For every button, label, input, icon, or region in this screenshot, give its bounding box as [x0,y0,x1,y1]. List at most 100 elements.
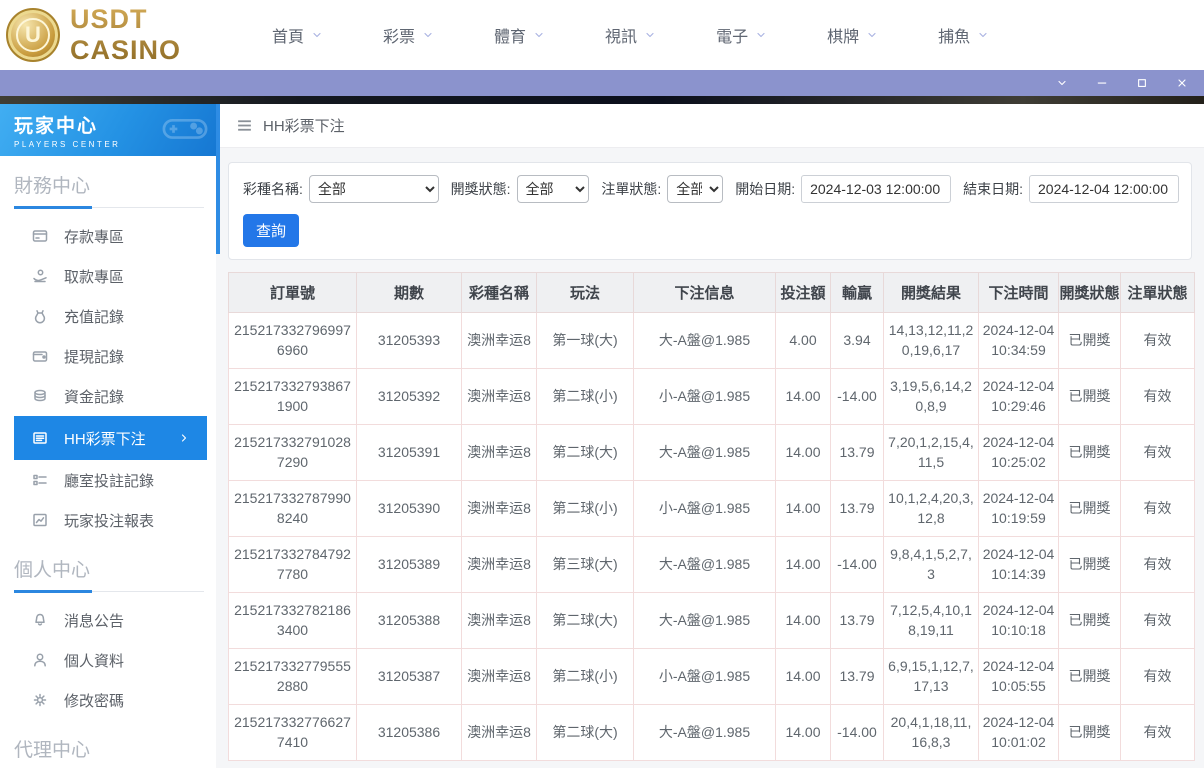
cell-period: 31205391 [356,424,462,481]
end-date-input[interactable] [1029,175,1179,203]
sidebar-item-hall-record[interactable]: 廳室投註記錄 [0,460,216,500]
nav-item-3[interactable]: 視訊 [605,23,656,47]
sidebar-item-label: 取款專區 [64,268,125,286]
cell-draw-status: 已開獎 [1058,312,1121,369]
cell-order-status: 有效 [1120,368,1195,425]
cell-win-loss: 13.79 [830,592,884,649]
top-header: U USDT CASINO 首頁 彩票 體育 視訊 電子 棋牌 捕魚 [0,0,1204,70]
cell-bet-info: 大-A盤@1.985 [633,536,776,593]
column-header-bet-info: 下注信息 [633,272,776,313]
cell-bet-time: 2024-12-04 10:29:46 [978,368,1059,425]
maximize-icon [1136,77,1148,89]
cell-draw-status: 已開獎 [1058,592,1121,649]
cell-order-no: 2152173327969976960 [228,312,357,369]
sidebar-item-label: HH彩票下注 [64,430,146,448]
draw-status-select[interactable]: 全部 [516,175,590,203]
nav-item-label: 視訊 [605,29,638,46]
table-row: 2152173327795552880 31205387 澳洲幸运8 第二球(小) 小-… [228,648,1195,705]
nav-item-4[interactable]: 電子 [716,23,767,47]
cell-order-no: 2152173327821863400 [228,592,357,649]
column-header-win-loss: 輸贏 [830,272,884,313]
order-status-select[interactable]: 全部 [667,175,724,203]
logo-emblem-icon: U [6,8,60,62]
cell-bet-info: 小-A盤@1.985 [633,648,776,705]
section-divider [14,590,204,593]
order-status-label: 注單狀態: [601,181,662,197]
page-title: HH彩票下注 [263,118,345,135]
wallet-icon [32,348,49,364]
bets-table: 訂單號 期數 彩種名稱 玩法 下注信息 投注額 輸贏 開獎結果 下注時間 開獎狀態 注單狀態 215… [228,272,1195,761]
sidebar-item-bell[interactable]: 消息公告 [0,600,216,640]
brand-logo[interactable]: U USDT CASINO [0,4,232,66]
minimize-icon [1096,77,1108,89]
cell-period: 31205388 [356,592,462,649]
cell-bet-amount: 14.00 [775,704,831,761]
cell-draw-status: 已開獎 [1058,480,1121,537]
nav-item-0[interactable]: 首頁 [272,23,323,47]
cell-lottery-name: 澳洲幸运8 [461,704,537,761]
gamepad-icon [162,108,208,153]
sidebar-item-funds-coins[interactable]: 資金記錄 [0,376,216,416]
chevron-down-icon [755,29,767,41]
sidebar-item-label: 提現記錄 [64,348,125,366]
section-divider [14,206,204,209]
nav-item-1[interactable]: 彩票 [383,23,434,47]
sidebar-item-deposit-card[interactable]: 存款專區 [0,216,216,256]
cell-order-status: 有效 [1120,648,1195,705]
cell-bet-info: 小-A盤@1.985 [633,368,776,425]
cell-bet-time: 2024-12-04 10:14:39 [978,536,1059,593]
cell-bet-amount: 14.00 [775,424,831,481]
nav-item-label: 棋牌 [827,29,860,46]
table-row: 2152173327879908240 31205390 澳洲幸运8 第二球(小) 小-… [228,480,1195,537]
logo-letter: U [16,18,50,52]
sidebar-item-lottery-list[interactable]: HH彩票下注 [14,416,207,460]
chevron-down-icon [1056,77,1068,89]
column-header-draw-status: 開獎狀態 [1058,272,1121,313]
cell-order-no: 2152173327879908240 [228,480,357,537]
minimize-window-button[interactable] [1096,77,1108,89]
chevron-down-icon [644,29,656,41]
collapse-window-button[interactable] [1056,77,1068,89]
sidebar-item-withdraw-hand[interactable]: 取款專區 [0,256,216,296]
column-header-order-no: 訂單號 [228,272,357,313]
nav-item-label: 彩票 [383,29,416,46]
scrollbar-thumb[interactable] [216,104,220,254]
bell-icon [32,612,49,628]
chevron-right-icon [178,432,195,444]
person-icon [32,652,49,668]
column-header-order-status: 注單狀態 [1120,272,1195,313]
hamburger-icon[interactable] [236,117,253,134]
cell-draw-result: 7,12,5,4,10,18,19,11 [883,592,979,649]
cell-bet-amount: 14.00 [775,648,831,705]
cell-order-status: 有效 [1120,704,1195,761]
nav-item-6[interactable]: 捕魚 [938,23,989,47]
sidebar-item-report-chart[interactable]: 玩家投注報表 [0,500,216,540]
nav-item-5[interactable]: 棋牌 [827,23,878,47]
lottery-name-select[interactable]: 全部 [308,175,439,203]
cell-bet-amount: 14.00 [775,480,831,537]
cell-play-type: 第三球(大) [536,536,634,593]
nav-item-label: 體育 [494,29,527,46]
start-date-input[interactable] [801,175,952,203]
cell-win-loss: -14.00 [830,704,884,761]
filter-panel: 彩種名稱: 全部 開獎狀態: 全部 注單狀態: 全部 開始日期: 結束日期: 查… [228,162,1192,260]
cell-lottery-name: 澳洲幸运8 [461,648,537,705]
sidebar-item-gear[interactable]: 修改密碼 [0,680,216,720]
cell-period: 31205390 [356,480,462,537]
column-header-period: 期數 [356,272,462,313]
cell-bet-amount: 14.00 [775,368,831,425]
sidebar-header: 玩家中心 PLAYERS CENTER [0,104,216,156]
nav-item-2[interactable]: 體育 [494,23,545,47]
cell-lottery-name: 澳洲幸运8 [461,592,537,649]
sidebar-item-wallet[interactable]: 提現記錄 [0,336,216,376]
cell-draw-result: 3,19,5,6,14,20,8,9 [883,368,979,425]
sidebar-item-person[interactable]: 個人資料 [0,640,216,680]
cell-play-type: 第二球(大) [536,592,634,649]
query-button[interactable]: 查詢 [243,214,300,247]
maximize-window-button[interactable] [1136,77,1148,89]
sidebar-item-recharge-bag[interactable]: 充值記錄 [0,296,216,336]
cell-play-type: 第二球(大) [536,424,634,481]
cell-order-no: 2152173327910287290 [228,424,357,481]
close-window-button[interactable] [1176,77,1188,89]
cell-period: 31205387 [356,648,462,705]
